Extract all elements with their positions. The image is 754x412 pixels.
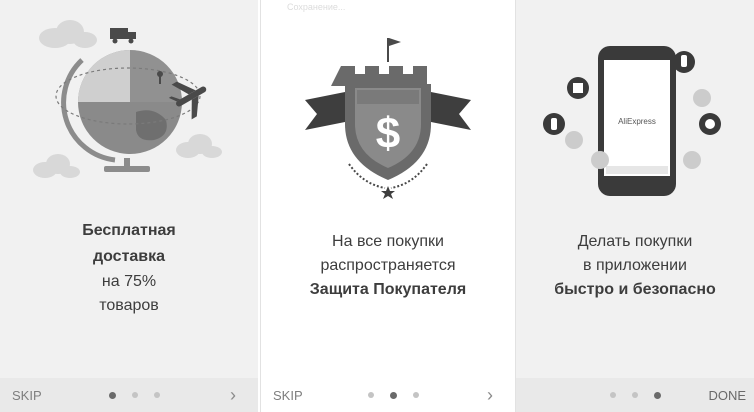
caption-line: На все покупки [332,233,444,250]
faded-icon [693,89,711,107]
page-dot[interactable] [631,392,638,398]
page-dot[interactable] [412,392,419,398]
lipstick-icon [673,51,695,73]
page-dot[interactable] [609,392,616,398]
onboarding-footer: SKIP › [261,378,515,412]
app-caption: Делать покупки в приложении быстро и без… [516,230,754,302]
phone-app-illustration: AliExpress [543,46,721,196]
skip-button[interactable]: SKIP [261,388,333,403]
onboarding-footer: DONE [516,378,754,412]
caption-line: распространяется [320,257,456,274]
bottle-icon [543,113,565,135]
page-dot-active[interactable] [108,391,116,399]
page-dot[interactable] [367,392,374,398]
dollar-icon: $ [376,109,400,158]
page-indicator [576,391,694,399]
caption-line: товаров [99,297,159,314]
caption-line: в приложении [583,257,687,274]
onboarding-panel-delivery: Бесплатная доставка на 75% товаров SKIP … [0,0,258,412]
onboarding-panel-app: AliExpress Делать покупки в приложении б… [516,0,754,412]
faded-icon [565,131,583,149]
truck-icon [110,28,136,44]
globe-delivery-illustration [33,20,222,178]
page-dot[interactable] [153,392,160,398]
delivery-caption: Бесплатная доставка на 75% товаров [0,218,258,318]
onboarding-panel-protection: Сохранение... $ На все покупки распростр… [260,0,516,412]
aliexpress-logo: AliExpress [618,117,656,126]
star-icon [381,186,395,199]
cloud-icon [39,20,97,48]
caption-bold-text: быстро и безопасно [554,281,716,298]
onboarding-footer: SKIP › [0,378,258,412]
cloud-icon [176,134,222,158]
shield-protection-illustration: $ [305,38,471,199]
page-dot[interactable] [131,392,138,398]
page-indicator [333,391,453,399]
caption-line: на 75% [101,273,157,290]
next-button[interactable]: › [196,385,258,406]
page-dot-active[interactable] [653,391,661,399]
watch-icon [699,113,721,135]
next-button[interactable]: › [453,385,515,406]
faded-icon [591,151,609,169]
tshirt-icon [567,77,589,99]
caption-bold-text: Защита Покупателя [309,281,467,298]
caption-line: Делать покупки [577,233,693,250]
cloud-icon [33,154,80,178]
faded-icon [683,151,701,169]
done-button[interactable]: DONE [694,388,754,403]
page-indicator [72,391,196,399]
skip-button[interactable]: SKIP [0,388,72,403]
protection-caption: На все покупки распространяется Защита П… [261,230,515,302]
caption-bold-text: Бесплатная доставка [82,222,176,265]
page-dot-active[interactable] [389,391,397,399]
